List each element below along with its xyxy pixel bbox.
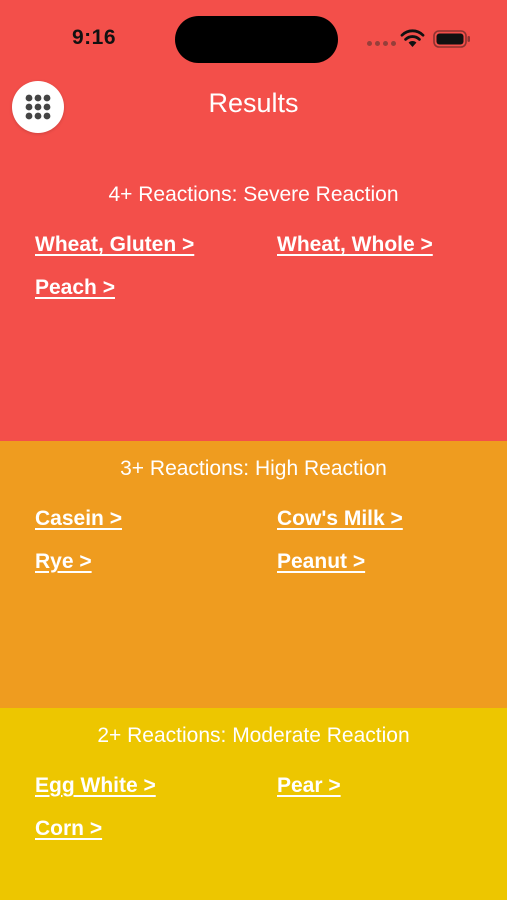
page-title: Results [208,88,299,118]
high-section [0,441,507,708]
result-item-wheat-gluten[interactable]: Wheat, Gluten > [35,233,194,257]
result-item-pear[interactable]: Pear > [277,774,341,798]
dynamic-island [175,16,338,63]
result-item-peach[interactable]: Peach > [35,276,115,300]
moderate-section-title: 2+ Reactions: Moderate Reaction [97,724,410,747]
result-item-egg-white[interactable]: Egg White > [35,774,156,798]
result-item-corn[interactable]: Corn > [35,817,102,841]
status-time: 9:16 [72,26,117,49]
severe-section-title: 4+ Reactions: Severe Reaction [108,183,399,206]
high-section-title: 3+ Reactions: High Reaction [120,457,387,480]
cellular-signal-icon [367,41,396,46]
result-item-cows-milk[interactable]: Cow's Milk > [277,507,403,531]
result-item-casein[interactable]: Casein > [35,507,122,531]
result-item-peanut[interactable]: Peanut > [277,550,365,574]
status-bar: 9:16 [0,0,507,78]
battery-icon [433,30,470,48]
result-item-rye[interactable]: Rye > [35,550,92,574]
wifi-icon [400,29,425,47]
result-item-wheat-whole[interactable]: Wheat, Whole > [277,233,433,257]
